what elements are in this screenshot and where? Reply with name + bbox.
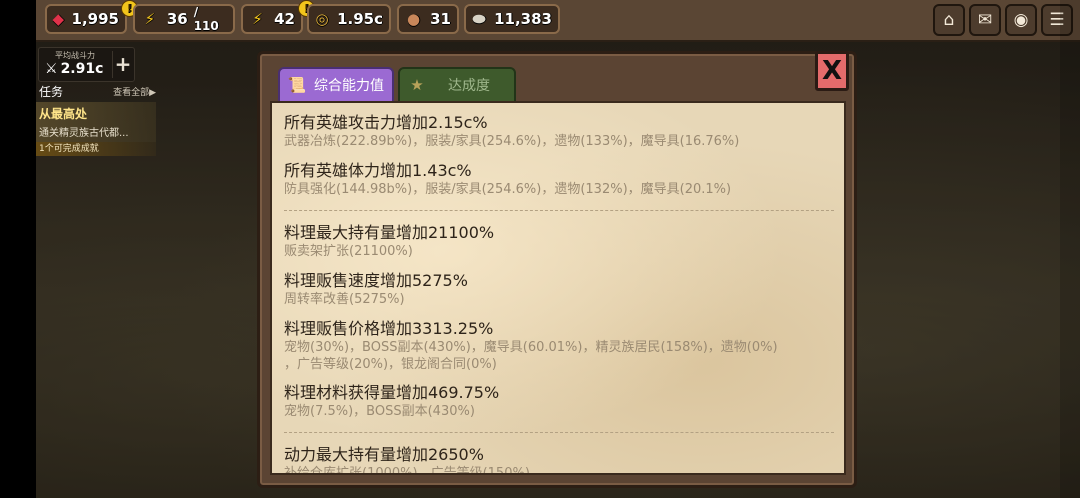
stat-title: 料理最大持有量增加21100%	[284, 223, 495, 242]
quest-header: 任务 查看全部▶	[36, 83, 156, 100]
coin-icon: ◎	[315, 9, 329, 28]
stat-title: 料理贩售速度增加5275%	[284, 271, 468, 290]
tab-achievement-label: 达成度	[448, 78, 490, 94]
average-power-label: 平均战斗力	[55, 51, 95, 60]
stat-detail: 补给仓库扩张(1000%)，广告等级(150%)	[284, 466, 530, 475]
coins-counter[interactable]: ◎ 1.95c	[307, 4, 391, 34]
stat-detail: 宠物(7.5%)，BOSS副本(430%)	[284, 404, 475, 419]
gems-counter[interactable]: ◆ 1,995 !	[45, 0, 138, 34]
stat-title: 所有英雄攻击力增加2.15c%	[284, 113, 488, 132]
average-power-value: 2.91c	[60, 61, 104, 77]
gems-value: 1,995	[71, 10, 119, 28]
quest-description: 通关精灵族古代都...	[39, 128, 129, 139]
tab-overall-stats[interactable]: 📜 综合能力值	[278, 67, 394, 103]
camera-icon: ◉	[1013, 10, 1029, 30]
stone-value: 11,383	[494, 10, 552, 28]
stat-detail: 防具强化(144.98b%)，服装/家具(254.6%)，遗物(132%)，魔导…	[284, 182, 732, 197]
average-power-box: 平均战斗力 ⚔ 2.91c +	[38, 47, 135, 82]
stats-dialog: 📜 综合能力值 ★ 达成度 X 所有英雄攻击力增加2.15c% 武器冶炼(222…	[257, 51, 857, 488]
tab-achievement[interactable]: ★ 达成度	[398, 67, 516, 103]
top-resource-bar: ◆ 1,995 ! ⚡ 36 / 110 ⚡ 42 ! ◎ 1.95c ● 31…	[36, 0, 1080, 42]
stat-title: 料理材料获得量增加469.75%	[284, 383, 500, 402]
ore-counter[interactable]: ● 31	[397, 4, 459, 34]
tab-overall-stats-label: 综合能力值	[314, 78, 384, 94]
stat-detail: 宠物(30%)，BOSS副本(430%)，魔导具(60.01%)，精灵族居民(1…	[284, 340, 778, 355]
screen-edge	[0, 0, 36, 498]
star-icon: ★	[410, 76, 424, 94]
fist-lightning-icon: ⚡	[252, 9, 263, 28]
stat-entry: 所有英雄体力增加1.43c% 防具强化(144.98b%)，服装/家具(254.…	[284, 161, 731, 198]
crossed-swords-icon: ⚔	[45, 61, 58, 77]
close-button[interactable]: X	[815, 51, 849, 91]
stone-counter[interactable]: ⬬ 11,383	[464, 4, 560, 34]
stat-entry: 料理贩售速度增加5275% 周转率改善(5275%)	[284, 271, 468, 308]
section-divider	[284, 432, 834, 433]
coins-value: 1.95c	[337, 10, 383, 28]
home-icon: ⌂	[943, 10, 955, 30]
stat-detail: 周转率改善(5275%)	[284, 292, 405, 307]
stat-detail-continued: ，广告等级(20%)，银龙阁合同(0%)	[284, 357, 497, 372]
stat-detail: 武器冶炼(222.89b%)，服装/家具(254.6%)，遗物(133%)，魔导…	[284, 134, 740, 149]
stat-entry: 料理贩售价格增加3313.25% 宠物(30%)，BOSS副本(430%)，魔导…	[284, 319, 778, 373]
quest-card[interactable]: 从最高处 通关精灵族古代都...	[36, 102, 156, 142]
quest-title: 任务	[39, 85, 64, 99]
power-plus-button[interactable]: +	[112, 51, 133, 78]
mail-icon: ✉	[977, 10, 993, 30]
stat-entry: 料理材料获得量增加469.75% 宠物(7.5%)，BOSS副本(430%)	[284, 383, 499, 420]
stone-icon: ⬬	[472, 9, 486, 28]
stat-entry: 动力最大持有量增加2650% 补给仓库扩张(1000%)，广告等级(150%)	[284, 445, 530, 475]
mail-button[interactable]: ✉	[969, 4, 1001, 36]
stats-list[interactable]: 所有英雄攻击力增加2.15c% 武器冶炼(222.89b%)，服装/家具(254…	[270, 101, 846, 475]
stat-entry: 所有英雄攻击力增加2.15c% 武器冶炼(222.89b%)，服装/家具(254…	[284, 113, 739, 150]
stat-detail: 贩卖架扩张(21100%)	[284, 244, 413, 259]
energy-max: / 110	[193, 5, 219, 33]
scroll-icon: 📜	[287, 76, 307, 94]
stat-title: 所有英雄体力增加1.43c%	[284, 161, 472, 180]
average-power-value-row: ⚔ 2.91c	[45, 61, 103, 77]
home-button[interactable]: ⌂	[933, 4, 965, 36]
stat-title: 料理贩售价格增加3313.25%	[284, 319, 494, 338]
power-stamina-counter[interactable]: ⚡ 42 !	[241, 0, 315, 34]
view-all-link[interactable]: 查看全部▶	[113, 85, 156, 98]
energy-value: 36	[166, 10, 188, 28]
quest-name: 从最高处	[39, 107, 88, 121]
lightning-icon: ⚡	[144, 9, 156, 28]
ore-value: 31	[430, 10, 451, 28]
power-stamina-value: 42	[274, 10, 295, 28]
energy-counter[interactable]: ⚡ 36 / 110	[133, 4, 235, 34]
screen-edge-right	[1060, 0, 1080, 498]
gem-icon: ◆	[52, 9, 65, 28]
ore-icon: ●	[407, 9, 421, 28]
camera-button[interactable]: ◉	[1005, 4, 1037, 36]
completable-achievements[interactable]: 1个可完成成就	[36, 142, 156, 156]
stat-title: 动力最大持有量增加2650%	[284, 445, 484, 464]
stat-entry: 料理最大持有量增加21100% 贩卖架扩张(21100%)	[284, 223, 494, 260]
section-divider	[284, 210, 834, 211]
